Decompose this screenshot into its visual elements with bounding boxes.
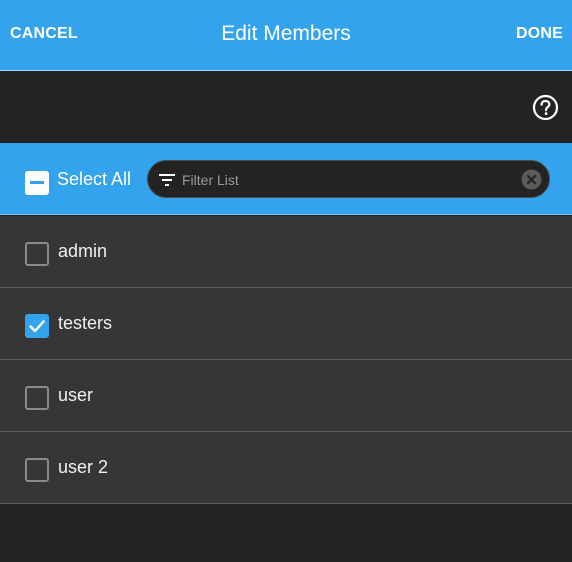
filter-input[interactable]: [182, 170, 512, 190]
done-button[interactable]: DONE: [516, 25, 563, 43]
members-list: admin testers user user 2: [0, 216, 572, 504]
list-item[interactable]: testers: [0, 288, 572, 360]
app-header: CANCEL Edit Members DONE: [0, 0, 572, 71]
member-checkbox[interactable]: [25, 242, 49, 266]
member-label: user 2: [58, 457, 109, 477]
member-checkbox[interactable]: [25, 386, 49, 410]
filter-field[interactable]: [147, 160, 550, 198]
member-checkbox[interactable]: [25, 458, 49, 482]
list-item[interactable]: user: [0, 360, 572, 432]
member-label: testers: [58, 313, 113, 333]
filter-icon: [159, 174, 175, 186]
member-label: user: [58, 385, 94, 405]
select-all-label[interactable]: Select All: [57, 169, 131, 190]
list-item[interactable]: user 2: [0, 432, 572, 504]
select-all-checkbox[interactable]: [25, 171, 49, 195]
checkmark-icon: [29, 320, 45, 333]
filter-bar: Select All: [0, 143, 572, 215]
page-title: Edit Members: [221, 22, 351, 45]
member-label: admin: [58, 241, 108, 261]
list-item[interactable]: admin: [0, 216, 572, 288]
member-checkbox[interactable]: [25, 314, 49, 338]
help-circle-icon[interactable]: [532, 94, 559, 121]
indeterminate-dash-icon: [30, 181, 44, 184]
toolbar: [0, 72, 572, 143]
clear-icon[interactable]: [521, 169, 542, 190]
